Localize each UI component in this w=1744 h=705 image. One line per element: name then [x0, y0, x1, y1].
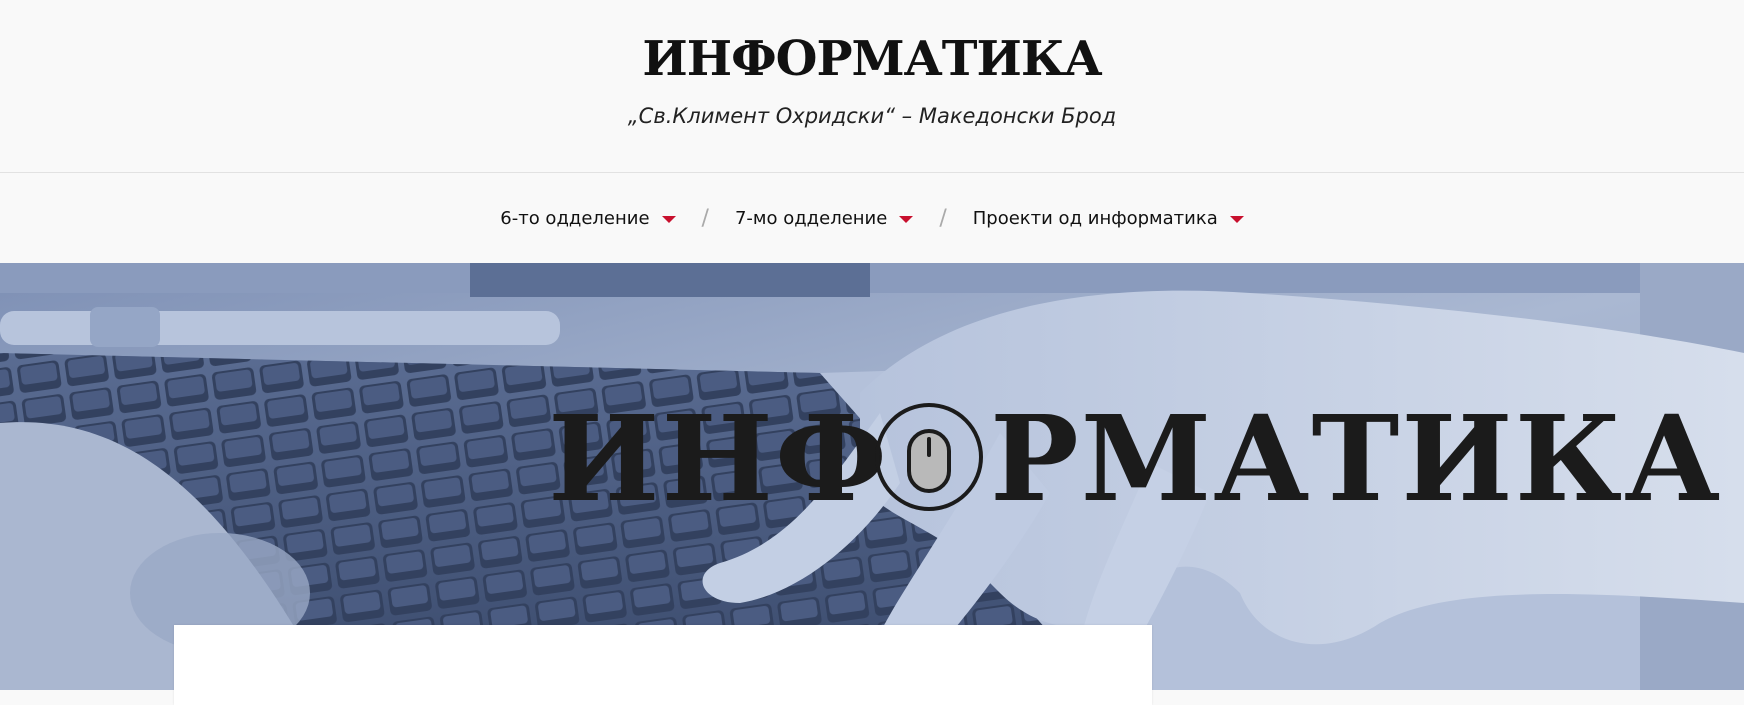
hero-logo: ИНФ РМАТИКА — [548, 389, 1722, 528]
site-tagline: „Св.Климент Охридски“ – Македонски Брод — [627, 104, 1117, 128]
nav-item-projects[interactable]: Проекти од информатика — [973, 208, 1244, 229]
caret-down-icon[interactable] — [899, 216, 914, 223]
nav-item-grade-6[interactable]: 6-то одделение — [500, 208, 676, 229]
nav-item-label[interactable]: 6-то одделение — [500, 208, 649, 229]
site-title[interactable]: ИНФОРМАТИКА — [0, 26, 1744, 92]
main-navigation: 6-то одделение / 7-мо одделение / Проект… — [0, 174, 1744, 263]
nav-separator: / — [701, 206, 709, 231]
nav-separator: / — [939, 206, 947, 231]
nav-item-label[interactable]: Проекти од информатика — [973, 208, 1218, 229]
hero-logo-text-left: ИНФ — [548, 389, 889, 528]
content-card — [174, 625, 1152, 705]
hero-logo-text-right: РМАТИКА — [990, 389, 1722, 528]
site-header: ИНФОРМАТИКА „Св.Климент Охридски“ – Маке… — [0, 0, 1744, 173]
caret-down-icon[interactable] — [661, 216, 676, 223]
nav-item-label[interactable]: 7-мо одделение — [735, 208, 887, 229]
caret-down-icon[interactable] — [1229, 216, 1244, 223]
nav-item-grade-7[interactable]: 7-мо одделение — [735, 208, 914, 229]
